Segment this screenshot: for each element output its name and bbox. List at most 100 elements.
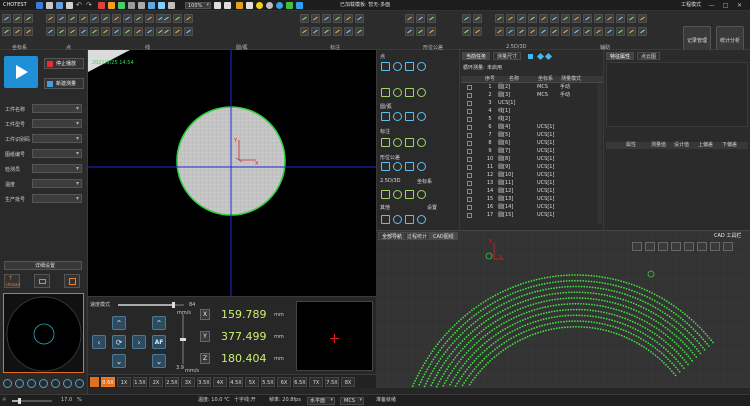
- tool-button[interactable]: [355, 14, 364, 23]
- row-checkbox[interactable]: [467, 133, 472, 138]
- table-row[interactable]: 11 圆[9] UCS[1]: [460, 164, 604, 171]
- zoom-4.5X[interactable]: 4.5X: [229, 377, 243, 387]
- tool-button[interactable]: [311, 14, 320, 23]
- measure-tool-icon[interactable]: [381, 215, 390, 224]
- export-icon[interactable]: [56, 2, 63, 9]
- copy-icon[interactable]: [138, 2, 145, 9]
- table-row[interactable]: 5 线[2]: [460, 116, 604, 123]
- field-input[interactable]: [32, 119, 82, 128]
- tool-button[interactable]: [473, 14, 482, 23]
- delete-icon[interactable]: [98, 2, 105, 9]
- tool-button[interactable]: [344, 27, 353, 36]
- tool-button[interactable]: [79, 27, 88, 36]
- tool-button[interactable]: [627, 27, 636, 36]
- cad-tool-icon[interactable]: [632, 242, 642, 251]
- tool-button[interactable]: [57, 14, 66, 23]
- row-checkbox[interactable]: [467, 125, 472, 130]
- row-checkbox[interactable]: [467, 173, 472, 178]
- tool-button[interactable]: [57, 27, 66, 36]
- tool-button[interactable]: [134, 27, 143, 36]
- cad-tool-icon[interactable]: [684, 242, 694, 251]
- tool-button[interactable]: [517, 14, 526, 23]
- globe-icon[interactable]: [276, 2, 283, 9]
- tool-button[interactable]: [145, 27, 154, 36]
- tool-button[interactable]: [46, 14, 55, 23]
- camera-view[interactable]: 2021/9/25 14:54 Y X: [88, 50, 376, 296]
- measure-tool-icon[interactable]: [417, 62, 426, 71]
- grid-icon[interactable]: [128, 2, 135, 9]
- measure-tool-icon[interactable]: [405, 138, 414, 147]
- cad-tool-icon[interactable]: [723, 242, 733, 251]
- fit-icon[interactable]: [214, 2, 221, 9]
- cad-tool-icon[interactable]: [671, 242, 681, 251]
- cad-tool-icon[interactable]: [658, 242, 668, 251]
- zoom-8X[interactable]: 8X: [341, 377, 355, 387]
- tool-button[interactable]: [68, 27, 77, 36]
- mode-label[interactable]: 工程模式: [681, 3, 701, 8]
- warning-icon[interactable]: [108, 2, 115, 9]
- tool-button[interactable]: [583, 27, 592, 36]
- tool-button[interactable]: [561, 27, 570, 36]
- mini-map[interactable]: [296, 301, 373, 371]
- tool-button[interactable]: [638, 27, 647, 36]
- image-icon[interactable]: [148, 2, 155, 9]
- row-checkbox[interactable]: [467, 85, 472, 90]
- redo-icon[interactable]: ↷: [86, 2, 92, 9]
- table-row[interactable]: 1 圆[2] MCS 手动: [460, 84, 604, 91]
- cad-tool-icon[interactable]: [697, 242, 707, 251]
- table-row[interactable]: 4 线[1]: [460, 108, 604, 115]
- speed-slider[interactable]: [118, 302, 184, 308]
- row-checkbox[interactable]: [467, 181, 472, 186]
- tab-cad-drawing[interactable]: CAD图纸: [429, 232, 458, 240]
- measure-tool-icon[interactable]: [381, 162, 390, 171]
- table-row[interactable]: 12 圆[10] UCS[1]: [460, 172, 604, 179]
- measure-tool-icon[interactable]: [393, 138, 402, 147]
- tool-button[interactable]: [605, 14, 614, 23]
- x-axis-button[interactable]: X: [200, 309, 210, 320]
- table-row[interactable]: 6 圆[4] UCS[1]: [460, 124, 604, 131]
- tool-button[interactable]: [162, 27, 171, 36]
- row-checkbox[interactable]: [467, 117, 472, 122]
- measure-tool-icon[interactable]: [381, 62, 390, 71]
- unload-button[interactable]: ⇡ Unload: [4, 274, 20, 288]
- maximize-icon[interactable]: □: [720, 1, 731, 10]
- run-icon[interactable]: [296, 2, 303, 9]
- tool-button[interactable]: [572, 14, 581, 23]
- measure-tool-icon[interactable]: [393, 62, 402, 71]
- coordinate-select[interactable]: MCS ▾: [340, 397, 364, 405]
- lamp-icon[interactable]: [236, 2, 243, 9]
- move-down-button[interactable]: ⌄: [112, 354, 126, 368]
- camera-icon[interactable]: [246, 2, 253, 9]
- tool-button[interactable]: [13, 27, 22, 36]
- row-checkbox[interactable]: [467, 157, 472, 162]
- tool-button[interactable]: [300, 27, 309, 36]
- measure-tool-icon[interactable]: [381, 138, 390, 147]
- measure-tool-icon[interactable]: [405, 190, 414, 199]
- tool-button[interactable]: [90, 27, 99, 36]
- table-row[interactable]: 15 圆[13] UCS[1]: [460, 196, 604, 203]
- zoom-7X[interactable]: 7X: [309, 377, 323, 387]
- table-row[interactable]: 14 圆[12] UCS[1]: [460, 188, 604, 195]
- tool-button[interactable]: [462, 14, 471, 23]
- zoom-1.5X[interactable]: 1.5X: [133, 377, 147, 387]
- zoom-5X[interactable]: 5X: [245, 377, 259, 387]
- measure-tool-icon[interactable]: [381, 190, 390, 199]
- tool-button[interactable]: [322, 14, 331, 23]
- lock-icon[interactable]: [118, 2, 125, 9]
- tab-all-nav[interactable]: 全部导航: [378, 232, 407, 240]
- tab-feature-props[interactable]: 特征属性: [606, 52, 635, 60]
- row-checkbox[interactable]: [467, 109, 472, 114]
- z-axis-button[interactable]: Z: [200, 353, 210, 364]
- row-checkbox[interactable]: [467, 189, 472, 194]
- plane-select[interactable]: 水平面 ▾: [307, 397, 335, 405]
- tool-button[interactable]: [638, 14, 647, 23]
- tool-button[interactable]: [173, 27, 182, 36]
- light-mode-icon[interactable]: [3, 379, 12, 388]
- diamond-icon[interactable]: [536, 52, 545, 61]
- zoom-5.5X[interactable]: 5.5X: [261, 377, 275, 387]
- loop-measure-value[interactable]: 未启用: [487, 66, 502, 71]
- tool-button[interactable]: [333, 14, 342, 23]
- light-mode-icon[interactable]: [27, 379, 36, 388]
- tool-button[interactable]: [322, 27, 331, 36]
- save-icon[interactable]: [36, 2, 43, 9]
